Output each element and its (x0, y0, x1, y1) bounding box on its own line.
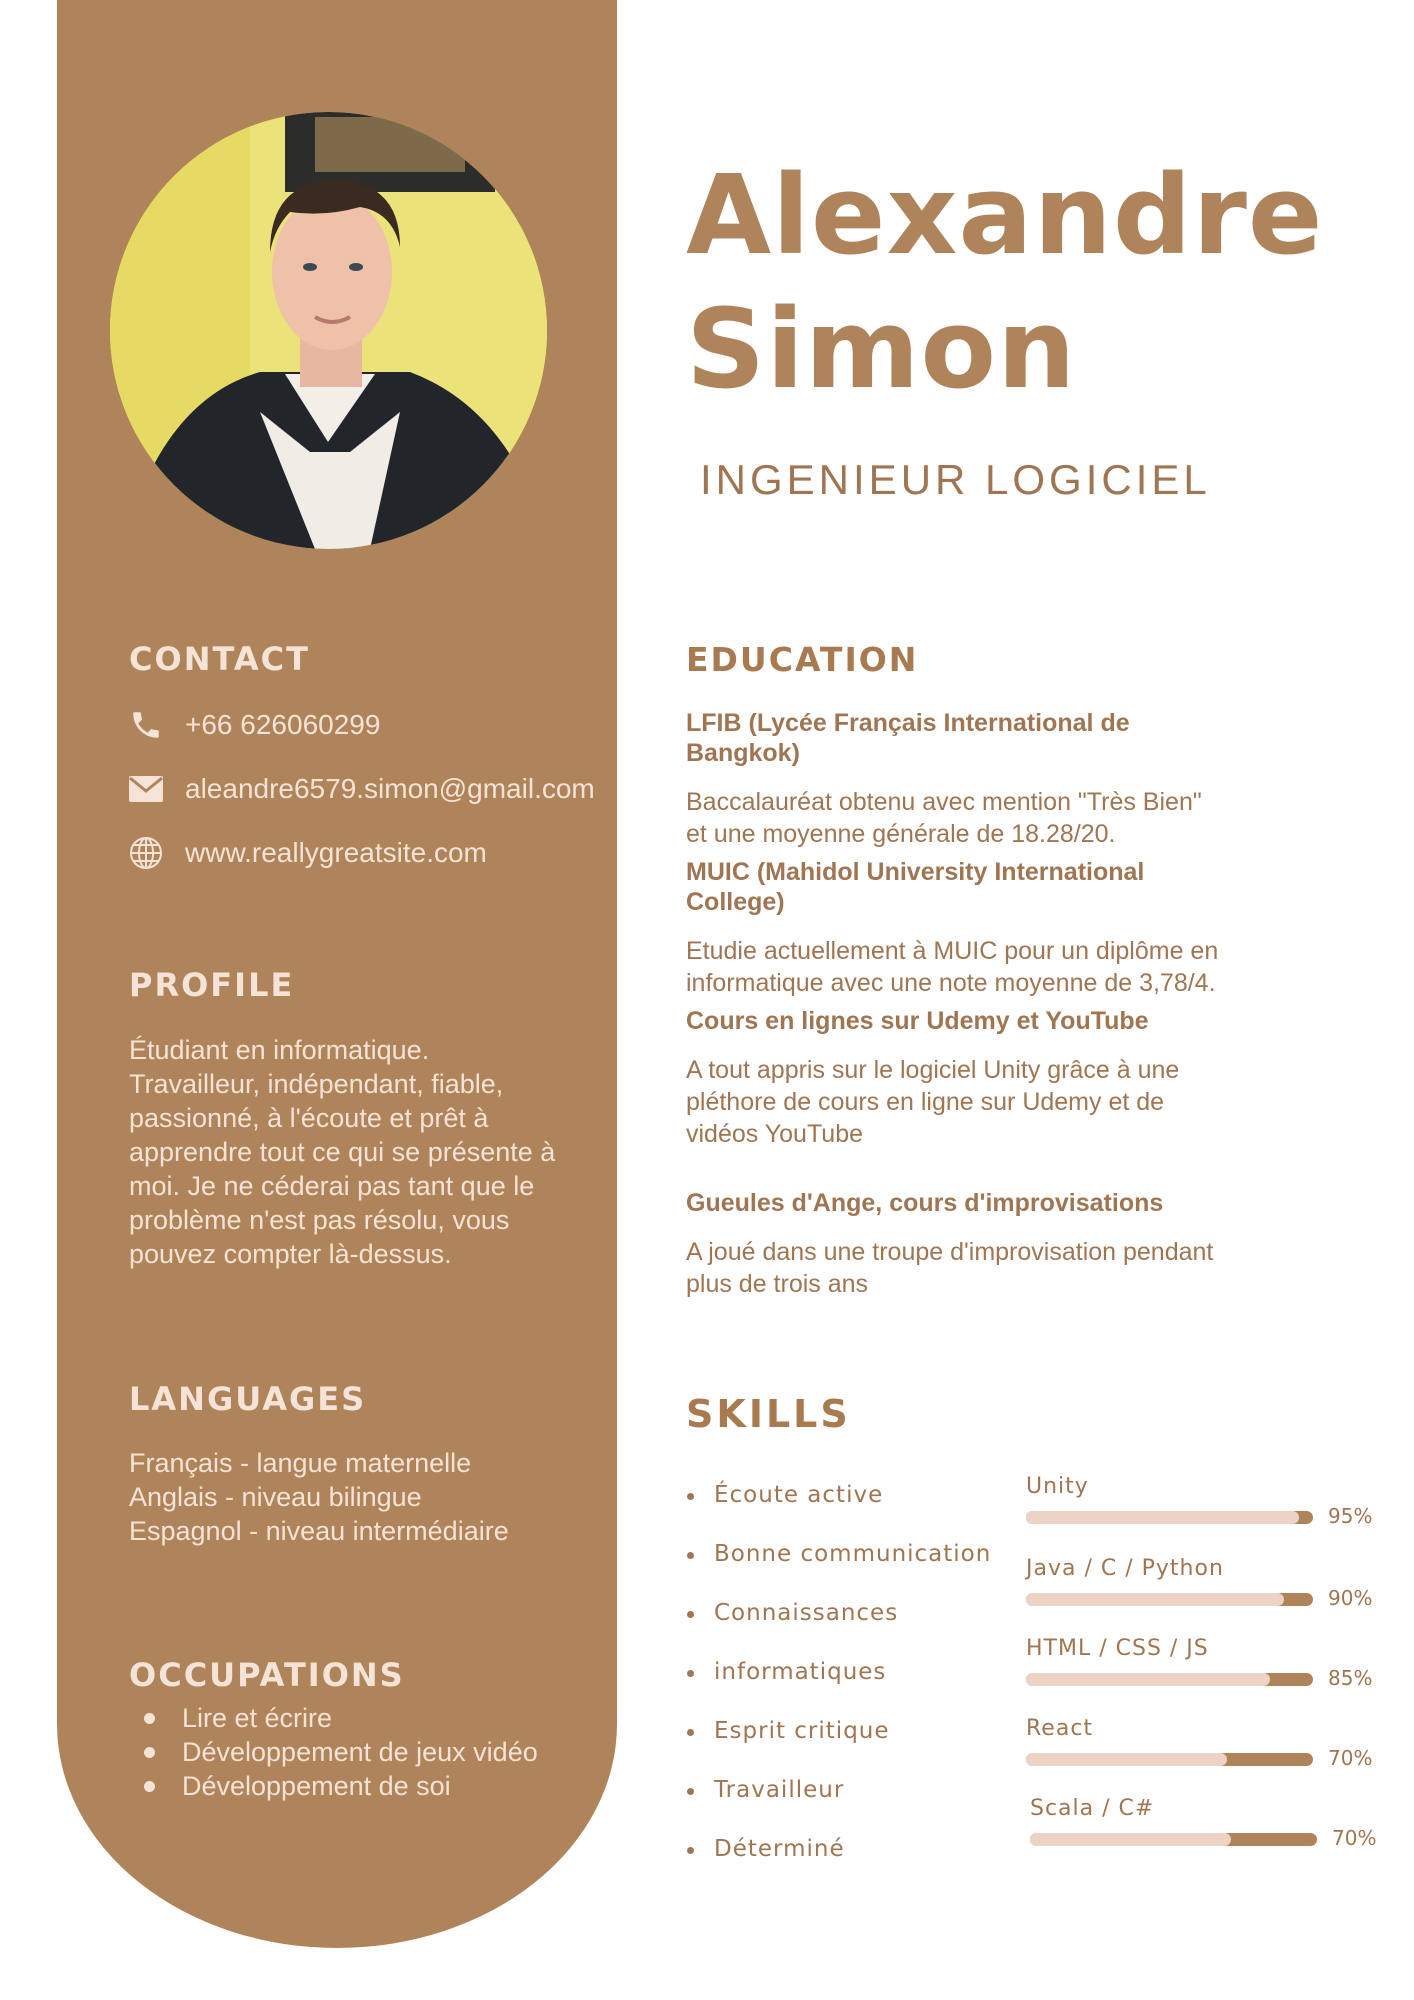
skill-bar-track (1026, 1593, 1313, 1606)
skill-bar-label: Java / C / Python (1026, 1556, 1224, 1581)
education-entry: Gueules d'Ange, cours d'improvisations A… (686, 1188, 1246, 1300)
education-heading: EDUCATION (686, 640, 919, 679)
skill-bar-label: Unity (1026, 1474, 1089, 1499)
skill-bar-label: Scala / C# (1030, 1796, 1155, 1821)
skill-bar-track (1026, 1673, 1313, 1686)
soft-skill-item: Écoute active (686, 1466, 991, 1525)
skill-bar-fill (1026, 1593, 1284, 1606)
skill-bar-fill (1026, 1753, 1227, 1766)
language-item: Espagnol - niveau intermédiaire (129, 1516, 509, 1546)
contact-website[interactable]: www.reallygreatsite.com (185, 837, 487, 869)
language-item: Anglais - niveau bilingue (129, 1482, 422, 1512)
skill-bar-percent: 95% (1328, 1504, 1373, 1528)
languages-heading: LANGUAGES (129, 1380, 367, 1418)
skill-bar-fill (1030, 1833, 1231, 1846)
contact-website-row: www.reallygreatsite.com (129, 833, 487, 873)
skill-bar-java: Java / C / Python 90% (1026, 1556, 1372, 1626)
education-desc: Baccalauréat obtenu avec mention "Très B… (686, 788, 1202, 848)
contact-phone-row: +66 626060299 (129, 705, 380, 745)
contact-heading: CONTACT (129, 640, 310, 678)
mail-icon (129, 771, 165, 807)
education-desc: A joué dans une troupe d'improvisation p… (686, 1238, 1214, 1298)
soft-skills-list: Écoute active Bonne communication Connai… (686, 1466, 991, 1879)
occupation-item: Développement de jeux vidéo (140, 1735, 538, 1769)
education-title: MUIC (Mahidol University International C… (686, 858, 1145, 916)
occupation-item: Développement de soi (140, 1769, 538, 1803)
education-entry: Cours en lignes sur Udemy et YouTube A t… (686, 1006, 1246, 1150)
language-item: Français - langue maternelle (129, 1448, 472, 1478)
skill-bar-label: React (1026, 1716, 1094, 1741)
skill-bar-percent: 70% (1332, 1826, 1377, 1850)
contact-email[interactable]: aleandre6579.simon@gmail.com (185, 773, 595, 805)
contact-phone: +66 626060299 (185, 709, 381, 740)
last-name: Simon (686, 285, 1077, 413)
education-desc: Etudie actuellement à MUIC pour un diplô… (686, 937, 1219, 997)
skill-bar-scala: Scala / C# 70% (1030, 1796, 1376, 1866)
skill-bar-label: HTML / CSS / JS (1026, 1636, 1209, 1661)
skill-bar-react: React 70% (1026, 1716, 1372, 1786)
profile-heading: PROFILE (129, 966, 295, 1004)
languages-list: Français - langue maternelle Anglais - n… (129, 1446, 509, 1548)
skill-bar-track (1026, 1511, 1313, 1524)
contact-email-row: aleandre6579.simon@gmail.com (129, 769, 595, 809)
soft-skill-item: Bonne communication (686, 1525, 991, 1584)
person-name: Alexandre Simon (686, 148, 1324, 416)
soft-skill-item: Connaissances (686, 1584, 991, 1643)
education-title: Cours en lignes sur Udemy et YouTube (686, 1007, 1149, 1035)
education-desc: A tout appris sur le logiciel Unity grâc… (686, 1056, 1180, 1148)
skill-bar-percent: 90% (1328, 1586, 1373, 1610)
occupations-heading: OCCUPATIONS (129, 1656, 405, 1694)
education-entry: LFIB (Lycée Français International de Ba… (686, 708, 1246, 850)
soft-skill-item: Travailleur (686, 1761, 991, 1820)
occupations-list: Lire et écrire Développement de jeux vid… (140, 1701, 538, 1803)
education-entry: MUIC (Mahidol University International C… (686, 857, 1246, 999)
profile-photo (110, 112, 547, 549)
soft-skill-item: Déterminé (686, 1820, 991, 1879)
skill-bar-unity: Unity 95% (1026, 1474, 1372, 1544)
skill-bar-track (1030, 1833, 1317, 1846)
skill-bar-fill (1026, 1673, 1270, 1686)
first-name: Alexandre (686, 151, 1324, 279)
phone-icon (129, 707, 165, 743)
skill-bar-percent: 70% (1328, 1746, 1373, 1770)
portrait-illustration (110, 112, 547, 549)
profile-text: Étudiant en informatique. Travailleur, i… (129, 1035, 556, 1269)
globe-icon (129, 835, 165, 871)
skill-bar-track (1026, 1753, 1313, 1766)
soft-skill-item: Esprit critique (686, 1702, 991, 1761)
job-title: INGENIEUR LOGICIEL (700, 456, 1211, 503)
education-title: LFIB (Lycée Français International de Ba… (686, 709, 1130, 767)
skill-bar-html: HTML / CSS / JS 85% (1026, 1636, 1372, 1706)
skill-bar-percent: 85% (1328, 1666, 1373, 1690)
skill-bar-fill (1026, 1511, 1299, 1524)
soft-skill-item: informatiques (686, 1643, 991, 1702)
skills-heading: SKILLS (686, 1392, 851, 1436)
occupation-item: Lire et écrire (140, 1701, 538, 1735)
education-title: Gueules d'Ange, cours d'improvisations (686, 1189, 1164, 1217)
